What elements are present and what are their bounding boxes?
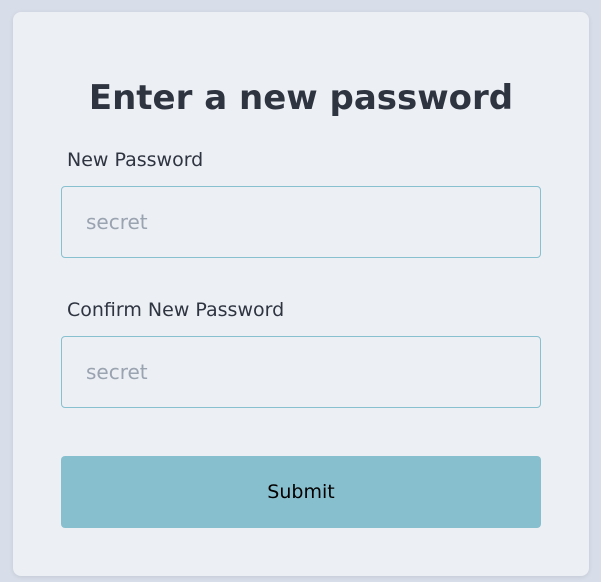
page-title: Enter a new password — [88, 78, 514, 118]
password-reset-card: Enter a new password New Password Confir… — [13, 12, 589, 576]
confirm-password-input[interactable] — [61, 336, 541, 408]
new-password-input[interactable] — [61, 186, 541, 258]
submit-button[interactable]: Submit — [61, 456, 541, 528]
new-password-label: New Password — [67, 149, 204, 171]
confirm-password-label: Confirm New Password — [67, 299, 285, 321]
